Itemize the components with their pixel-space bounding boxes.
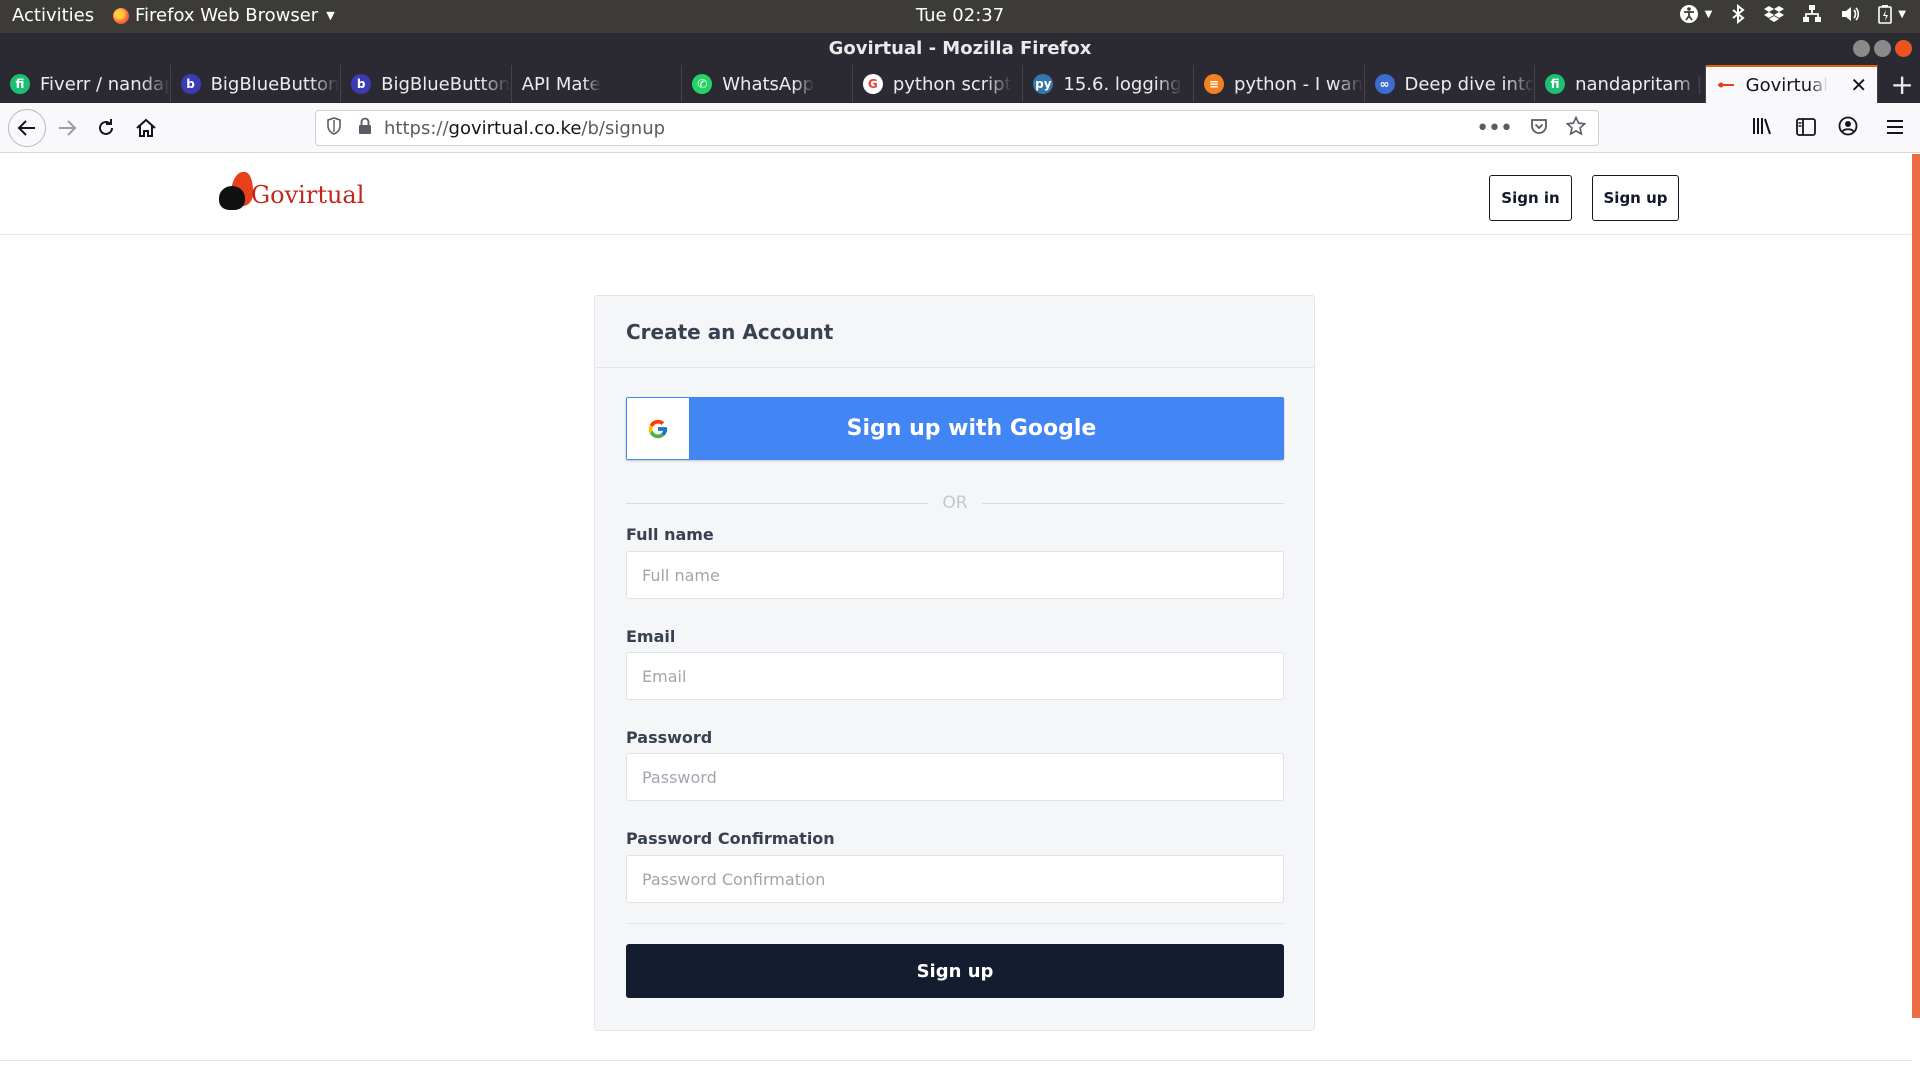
account-icon[interactable] [1838, 116, 1858, 141]
tab-label: WhatsApp [722, 73, 815, 95]
system-tray[interactable]: ▼ ▼ [1679, 4, 1906, 24]
bookmark-star-icon[interactable] [1565, 115, 1587, 141]
card-title: Create an Account [595, 296, 1314, 368]
google-logo-icon [627, 398, 689, 459]
site-header: Govirtual Sign in Sign up [0, 154, 1912, 235]
window-title: Govirtual - Mozilla Firefox [828, 38, 1092, 59]
tab[interactable]: b BigBlueButton [341, 65, 512, 103]
tab[interactable]: ∞ Deep dive into [1365, 65, 1536, 103]
library-icon[interactable] [1752, 116, 1774, 141]
email-input[interactable] [626, 652, 1284, 700]
full-name-label: Full name [626, 525, 714, 544]
battery-icon[interactable]: ▼ [1878, 4, 1906, 24]
tab-label: 15.6. logging [1063, 73, 1182, 95]
email-label: Email [626, 627, 676, 646]
tab-favicon-icon: fi [1545, 74, 1566, 94]
tab[interactable]: py 15.6. logging [1023, 65, 1194, 103]
url-text[interactable]: https://govirtual.co.ke/b/signup [384, 118, 665, 139]
site-logo[interactable]: Govirtual [217, 172, 364, 210]
tab-label: python script [892, 73, 1012, 95]
tab-favicon-icon: ≡ [1203, 74, 1224, 94]
accessibility-icon[interactable]: ▼ [1679, 4, 1712, 24]
minimize-window-button[interactable] [1853, 40, 1870, 57]
tab-label: Fiverr / nandap [40, 73, 170, 95]
tab-label: API Mate [521, 73, 601, 95]
system-clock[interactable]: Tue 02:37 [0, 5, 1920, 26]
password-label: Password [626, 728, 713, 747]
address-bar[interactable]: https://govirtual.co.ke/b/signup ••• [315, 110, 1599, 146]
tab[interactable]: b BigBlueButton [171, 65, 342, 103]
logo-text: Govirtual [251, 181, 365, 209]
hamburger-menu-icon[interactable] [1886, 116, 1904, 140]
tab-active[interactable]: Govirtual ✕ [1705, 65, 1879, 103]
sidebar-toggle-icon[interactable] [1796, 117, 1816, 141]
tab-favicon-icon: fi [10, 74, 30, 94]
url-path: /b/signup [581, 117, 666, 139]
password-input[interactable] [626, 753, 1284, 801]
page-viewport: Govirtual Sign in Sign up Create an Acco… [0, 154, 1920, 1080]
or-text: OR [942, 493, 968, 513]
tab-label: python - I wan [1233, 73, 1364, 95]
system-top-bar: Activities Firefox Web Browser ▼ Tue 02:… [0, 0, 1920, 33]
tab-strip: fi Fiverr / nandap b BigBlueButton b BigBlueB… [0, 65, 1920, 103]
page-footer-divider [0, 1060, 1912, 1061]
tab-favicon-icon: py [1033, 74, 1054, 94]
tab-label: Deep dive into [1404, 73, 1535, 95]
page-scrollbar[interactable] [1912, 154, 1920, 1018]
password-confirmation-input[interactable] [626, 855, 1284, 903]
tab[interactable]: API Mate [512, 65, 683, 103]
volume-icon[interactable] [1840, 4, 1860, 24]
tab-label: nandapritam | [1575, 73, 1703, 95]
tab[interactable]: Gpython script [853, 65, 1024, 103]
home-button[interactable] [130, 112, 162, 144]
password-confirmation-label: Password Confirmation [626, 829, 835, 848]
forward-button[interactable] [51, 112, 83, 144]
page-actions-icon[interactable]: ••• [1476, 116, 1513, 141]
tab-favicon-icon: b [351, 74, 372, 94]
or-divider: OR [626, 492, 1285, 514]
url-host: govirtual.co.ke [448, 117, 582, 139]
reload-button[interactable] [90, 112, 122, 144]
tab-favicon-icon [1716, 75, 1736, 95]
tab[interactable]: ≡ python - I wan [1194, 65, 1365, 103]
pocket-icon[interactable] [1530, 117, 1548, 140]
tab-label: BigBlueButton [210, 73, 340, 95]
lock-icon[interactable] [358, 117, 376, 139]
back-button[interactable] [8, 109, 46, 147]
google-signup-label: Sign up with Google [846, 416, 1097, 441]
maximize-window-button[interactable] [1874, 40, 1891, 57]
tab[interactable]: fi nandapritam | [1535, 65, 1706, 103]
navigation-toolbar: https://govirtual.co.ke/b/signup ••• [0, 103, 1920, 153]
window-title-bar: Govirtual - Mozilla Firefox [0, 33, 1920, 65]
close-tab-icon[interactable]: ✕ [1850, 73, 1867, 97]
arrow-left-icon [17, 120, 35, 136]
govirtual-logo-mark [217, 172, 253, 210]
tab-label: BigBlueButton [381, 73, 511, 95]
bluetooth-icon[interactable] [1730, 4, 1746, 24]
tab[interactable]: ✆ WhatsApp [682, 65, 853, 103]
tab-favicon-icon: b [180, 74, 201, 94]
tab-favicon-icon: G [862, 74, 883, 94]
url-scheme: https:// [384, 117, 449, 139]
header-sign-up-button[interactable]: Sign up [1592, 175, 1679, 221]
signup-card: Create an Account Sign up with Google OR… [594, 295, 1315, 1031]
card-divider [626, 923, 1284, 924]
reload-icon [99, 119, 113, 135]
close-window-button[interactable] [1895, 40, 1912, 57]
dropbox-icon[interactable] [1764, 5, 1785, 23]
full-name-input[interactable] [626, 551, 1284, 599]
google-signup-button[interactable]: Sign up with Google [626, 397, 1284, 460]
tab-favicon-icon: ✆ [692, 74, 713, 94]
header-sign-in-button[interactable]: Sign in [1489, 175, 1572, 221]
home-icon [136, 118, 156, 137]
tab[interactable]: fi Fiverr / nandap [0, 65, 171, 103]
tracking-protection-icon[interactable] [326, 117, 346, 139]
tab-label: Govirtual [1745, 74, 1829, 96]
sign-up-submit-button[interactable]: Sign up [626, 944, 1284, 998]
new-tab-button[interactable]: + [1884, 65, 1920, 103]
tab-favicon-icon: ∞ [1374, 74, 1395, 94]
network-icon[interactable] [1802, 4, 1822, 24]
arrow-right-icon [59, 120, 77, 136]
